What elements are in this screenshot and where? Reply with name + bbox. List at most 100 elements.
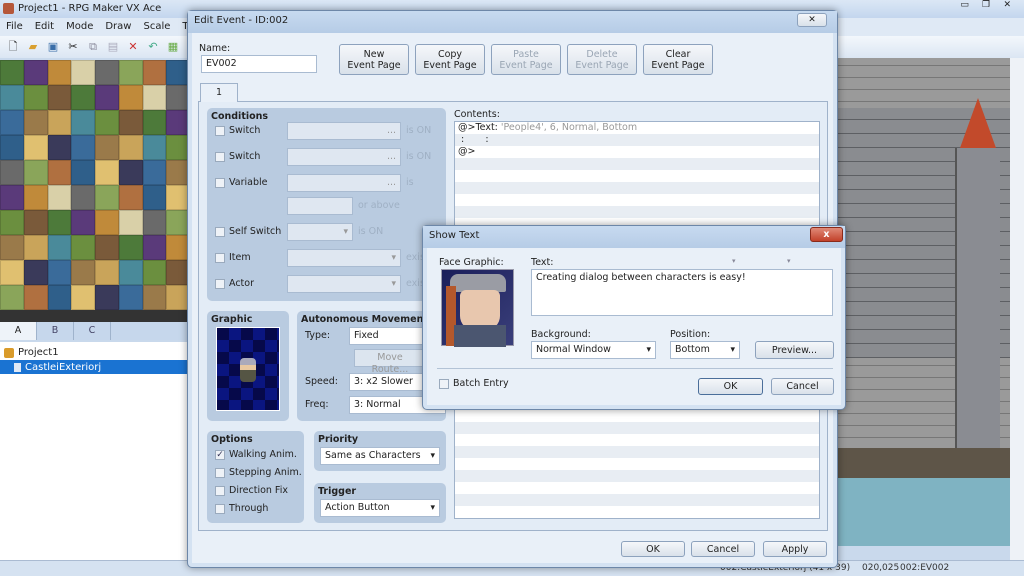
- face-graphic[interactable]: [441, 269, 514, 347]
- restore-icon[interactable]: ❐: [976, 0, 995, 14]
- tile[interactable]: [95, 85, 119, 110]
- tile[interactable]: [0, 60, 24, 85]
- move-route-button[interactable]: Move Route...: [354, 349, 426, 375]
- tile[interactable]: [71, 285, 95, 310]
- item-checkbox[interactable]: Item: [215, 252, 251, 263]
- command-row[interactable]: @>: [455, 146, 819, 158]
- minimize-icon[interactable]: ▭: [955, 0, 974, 14]
- item-select[interactable]: [287, 249, 401, 267]
- clear-event-page-button[interactable]: Clear Event Page: [643, 44, 713, 75]
- variable-checkbox[interactable]: Variable: [215, 177, 267, 188]
- menu-file[interactable]: File: [0, 18, 29, 36]
- tile[interactable]: [47, 60, 72, 85]
- tile[interactable]: [0, 110, 24, 135]
- tile[interactable]: [95, 285, 119, 310]
- tile[interactable]: [118, 185, 143, 210]
- tab-a[interactable]: A: [0, 322, 37, 340]
- tile[interactable]: [95, 260, 119, 285]
- apply-button[interactable]: Apply: [763, 541, 827, 557]
- tile[interactable]: [23, 285, 48, 310]
- close-icon[interactable]: ✕: [998, 0, 1017, 14]
- undo-icon[interactable]: ↶: [146, 40, 160, 54]
- tile[interactable]: [47, 110, 72, 135]
- tile[interactable]: [95, 110, 119, 135]
- direction-fix-checkbox[interactable]: Direction Fix: [215, 485, 288, 496]
- tile[interactable]: [47, 235, 72, 260]
- copy-icon[interactable]: ⧉: [86, 40, 100, 54]
- tile[interactable]: [71, 260, 95, 285]
- tile[interactable]: [142, 235, 167, 260]
- tile[interactable]: [118, 85, 143, 110]
- map-vscrollbar[interactable]: [1010, 58, 1024, 560]
- map-canvas[interactable]: [835, 58, 1010, 546]
- copy-event-page-button[interactable]: Copy Event Page: [415, 44, 485, 75]
- tile[interactable]: [142, 160, 167, 185]
- new-event-page-button[interactable]: New Event Page: [339, 44, 409, 75]
- priority-select[interactable]: Same as Characters: [320, 447, 440, 465]
- tile[interactable]: [118, 260, 143, 285]
- save-icon[interactable]: ▣: [46, 40, 60, 54]
- new-icon[interactable]: 🗋: [6, 40, 20, 54]
- tile[interactable]: [23, 185, 48, 210]
- preview-button[interactable]: Preview...: [755, 341, 834, 359]
- actor-select[interactable]: [287, 275, 401, 293]
- tile[interactable]: [71, 235, 95, 260]
- tile[interactable]: [71, 110, 95, 135]
- command-row[interactable]: : :: [455, 134, 819, 146]
- background-select[interactable]: Normal Window: [531, 341, 656, 359]
- tile[interactable]: [71, 60, 95, 85]
- menu-edit[interactable]: Edit: [29, 18, 60, 36]
- tile[interactable]: [47, 85, 72, 110]
- actor-checkbox[interactable]: Actor: [215, 278, 254, 289]
- tile[interactable]: [23, 160, 48, 185]
- tile[interactable]: [142, 85, 167, 110]
- tile[interactable]: [118, 235, 143, 260]
- paste-icon[interactable]: ▤: [106, 40, 120, 54]
- cut-icon[interactable]: ✂: [66, 40, 80, 54]
- switch2-field[interactable]: ...: [287, 148, 401, 166]
- tree-map-selected[interactable]: CastleiExteriorj: [0, 360, 190, 374]
- through-checkbox[interactable]: Through: [215, 503, 268, 514]
- tileset-palette[interactable]: [0, 60, 190, 322]
- tile[interactable]: [23, 85, 48, 110]
- tile[interactable]: [142, 210, 167, 235]
- message-text-area[interactable]: Creating dialog between characters is ea…: [531, 269, 833, 316]
- tile[interactable]: [47, 135, 72, 160]
- tile[interactable]: [23, 260, 48, 285]
- tile[interactable]: [118, 210, 143, 235]
- tile[interactable]: [118, 285, 143, 310]
- position-select[interactable]: Bottom: [670, 341, 740, 359]
- tile[interactable]: [95, 210, 119, 235]
- switch1-checkbox[interactable]: Switch: [215, 125, 260, 136]
- tile[interactable]: [0, 235, 24, 260]
- tile[interactable]: [0, 135, 24, 160]
- tile[interactable]: [23, 210, 48, 235]
- menu-scale[interactable]: Scale: [137, 18, 176, 36]
- tile[interactable]: [95, 235, 119, 260]
- paste-event-page-button[interactable]: Paste Event Page: [491, 44, 561, 75]
- tile[interactable]: [142, 185, 167, 210]
- tile[interactable]: [0, 160, 24, 185]
- tile[interactable]: [95, 160, 119, 185]
- tab-c[interactable]: C: [74, 322, 111, 340]
- tile[interactable]: [118, 60, 143, 85]
- stepping-anim-checkbox[interactable]: Stepping Anim.: [215, 467, 302, 478]
- tile[interactable]: [47, 260, 72, 285]
- tile[interactable]: [23, 110, 48, 135]
- tile[interactable]: [0, 210, 24, 235]
- tile[interactable]: [71, 210, 95, 235]
- command-row[interactable]: @>Text: 'People4', 6, Normal, Bottom: [455, 122, 819, 134]
- ok-button[interactable]: OK: [621, 541, 685, 557]
- tab-b[interactable]: B: [37, 322, 74, 340]
- tile[interactable]: [118, 110, 143, 135]
- tile[interactable]: [71, 185, 95, 210]
- cancel-button[interactable]: Cancel: [691, 541, 755, 557]
- delete-event-page-button[interactable]: Delete Event Page: [567, 44, 637, 75]
- show-text-cancel-button[interactable]: Cancel: [771, 378, 834, 395]
- tile[interactable]: [95, 60, 119, 85]
- menu-draw[interactable]: Draw: [99, 18, 137, 36]
- page-tab-1[interactable]: 1: [200, 83, 238, 102]
- tile[interactable]: [142, 285, 167, 310]
- tile[interactable]: [95, 185, 119, 210]
- switch2-checkbox[interactable]: Switch: [215, 151, 260, 162]
